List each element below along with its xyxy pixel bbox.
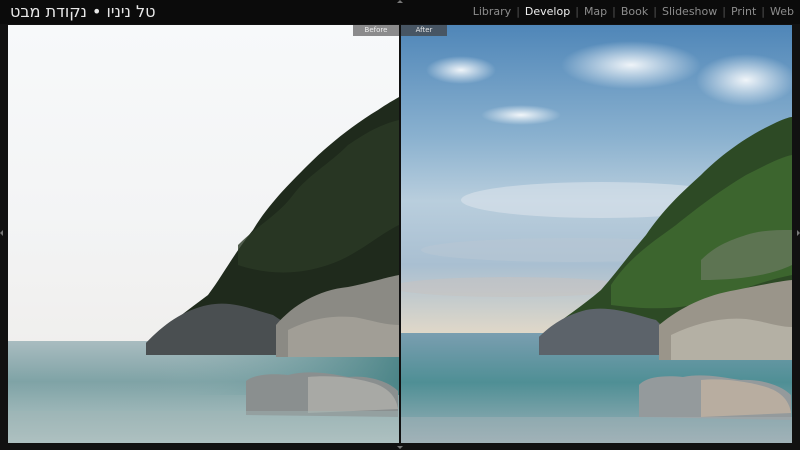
before-photo <box>8 25 399 443</box>
module-library[interactable]: Library <box>473 5 511 19</box>
module-separator: | <box>575 5 579 18</box>
module-web[interactable]: Web <box>770 5 794 19</box>
top-panel: טל ניניו • נקודת מבט Library | Develop | Map… <box>0 0 800 24</box>
module-separator: | <box>612 5 616 18</box>
module-separator: | <box>653 5 657 18</box>
module-book[interactable]: Book <box>621 5 648 19</box>
module-map[interactable]: Map <box>584 5 607 19</box>
module-slideshow[interactable]: Slideshow <box>662 5 717 19</box>
after-label: After <box>401 25 447 36</box>
module-develop[interactable]: Develop <box>525 5 570 19</box>
module-separator: | <box>761 5 766 18</box>
after-photo <box>401 25 792 443</box>
before-image[interactable]: Before <box>8 25 399 443</box>
module-print[interactable]: Print <box>731 5 756 19</box>
module-separator: | <box>516 5 520 18</box>
panel-collapse-arrow-left-icon[interactable] <box>0 230 3 236</box>
identity-plate: טל ניניו • נקודת מבט <box>10 2 156 21</box>
module-separator: | <box>722 5 726 18</box>
after-image[interactable]: After <box>401 25 792 443</box>
panel-collapse-arrow-bottom-icon[interactable] <box>397 446 403 449</box>
before-label: Before <box>353 25 399 36</box>
module-picker: Library | Develop | Map | Book | Slideshow | Print… <box>473 5 794 19</box>
panel-collapse-arrow-top-icon[interactable] <box>397 0 403 3</box>
